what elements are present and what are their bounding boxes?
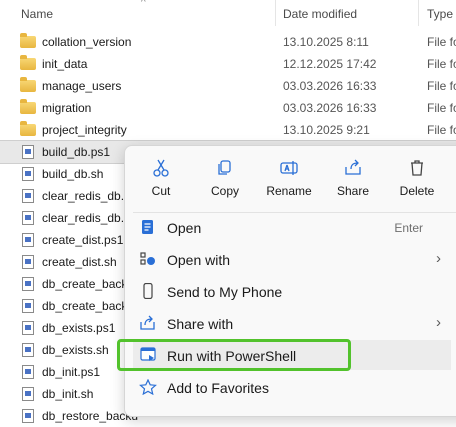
- folder-row[interactable]: project_integrity 13.10.2025 9:21 File fo: [0, 119, 456, 141]
- row-name: build_db.ps1: [42, 145, 111, 159]
- column-header: ^ Name Date modified Type: [0, 0, 456, 26]
- row-date: 12.12.2025 17:42: [283, 57, 377, 71]
- row-name: create_dist.ps1: [42, 233, 124, 247]
- row-type: File fo: [427, 101, 456, 115]
- row-date: 03.03.2026 16:33: [283, 101, 377, 115]
- script-file-icon: [20, 343, 36, 357]
- folder-icon: [20, 33, 36, 49]
- chevron-right-icon: ›: [436, 250, 441, 267]
- column-name[interactable]: Name: [21, 7, 53, 21]
- column-divider[interactable]: [275, 0, 276, 26]
- row-name: clear_redis_db.p: [42, 189, 131, 203]
- script-file-icon: [20, 365, 36, 379]
- trash-icon: [389, 158, 445, 178]
- script-file-icon: [20, 255, 36, 269]
- share-icon: [325, 158, 381, 178]
- folder-row[interactable]: init_data 12.12.2025 17:42 File fo: [0, 53, 456, 75]
- script-file-icon: [20, 299, 36, 313]
- row-date: 03.03.2026 16:33: [283, 79, 377, 93]
- copy-icon: [197, 158, 253, 178]
- row-name: create_dist.sh: [42, 255, 117, 269]
- row-name: migration: [42, 101, 92, 115]
- folder-icon: [20, 77, 36, 93]
- row-name: db_exists.sh: [42, 343, 109, 357]
- folder-row[interactable]: migration 03.03.2026 16:33 File fo: [0, 97, 456, 119]
- open-icon: [139, 219, 157, 235]
- menu-item-open[interactable]: Open Enter: [133, 212, 451, 242]
- row-name: db_exists.ps1: [42, 321, 116, 335]
- folder-icon: [20, 55, 36, 71]
- highlight-box: [117, 339, 351, 371]
- cut-button[interactable]: Cut: [133, 154, 189, 206]
- row-type: File fo: [427, 79, 456, 93]
- open-with-icon: [139, 251, 157, 267]
- row-name: build_db.sh: [42, 167, 104, 181]
- menu-item-send-to-phone[interactable]: Send to My Phone: [133, 276, 451, 306]
- chevron-right-icon: ›: [436, 314, 441, 331]
- menu-item-open-with[interactable]: Open with ›: [133, 244, 451, 274]
- row-name: project_integrity: [42, 123, 127, 137]
- column-divider[interactable]: [418, 0, 419, 26]
- sort-caret-icon[interactable]: ^: [141, 0, 146, 8]
- phone-icon: [139, 282, 157, 300]
- row-type: File fo: [427, 35, 456, 49]
- script-file-icon: [20, 145, 36, 159]
- script-file-icon: [20, 321, 36, 335]
- row-name: db_init.sh: [42, 387, 94, 401]
- shortcut-label: Enter: [394, 221, 423, 235]
- script-file-icon: [20, 211, 36, 225]
- folder-row[interactable]: manage_users 03.03.2026 16:33 File fo: [0, 75, 456, 97]
- row-name: db_init.ps1: [42, 365, 101, 379]
- folder-row[interactable]: collation_version 13.10.2025 8:11 File fo: [0, 31, 456, 53]
- context-menu: Cut Copy Rename Share Delete Open Enter …: [124, 145, 456, 417]
- delete-button[interactable]: Delete: [389, 154, 445, 206]
- menu-item-add-to-favorites[interactable]: Add to Favorites: [133, 372, 451, 402]
- script-file-icon: [20, 233, 36, 247]
- row-type: File fo: [427, 57, 456, 71]
- row-name: clear_redis_db.s: [42, 211, 131, 225]
- script-file-icon: [20, 277, 36, 291]
- share-button[interactable]: Share: [325, 154, 381, 206]
- rename-button[interactable]: Rename: [261, 154, 317, 206]
- script-file-icon: [20, 189, 36, 203]
- star-icon: [139, 378, 157, 396]
- copy-button[interactable]: Copy: [197, 154, 253, 206]
- row-name: db_create_back: [42, 277, 128, 291]
- quick-actions-bar: Cut Copy Rename Share Delete: [133, 154, 453, 206]
- folder-icon: [20, 99, 36, 115]
- script-file-icon: [20, 387, 36, 401]
- row-date: 13.10.2025 9:21: [283, 123, 370, 137]
- script-file-icon: [20, 409, 36, 423]
- row-name: manage_users: [42, 79, 122, 93]
- folder-icon: [20, 121, 36, 137]
- row-name: db_create_back: [42, 299, 128, 313]
- row-name: collation_version: [42, 35, 132, 49]
- column-date-modified[interactable]: Date modified: [283, 7, 357, 21]
- scissors-icon: [133, 158, 189, 178]
- share-with-icon: [139, 315, 157, 331]
- script-file-icon: [20, 167, 36, 181]
- row-date: 13.10.2025 8:11: [283, 35, 369, 49]
- rename-icon: [261, 158, 317, 178]
- menu-item-share-with[interactable]: Share with ›: [133, 308, 451, 338]
- column-type[interactable]: Type: [427, 7, 453, 21]
- row-name: init_data: [42, 57, 88, 71]
- row-type: File fo: [427, 123, 456, 137]
